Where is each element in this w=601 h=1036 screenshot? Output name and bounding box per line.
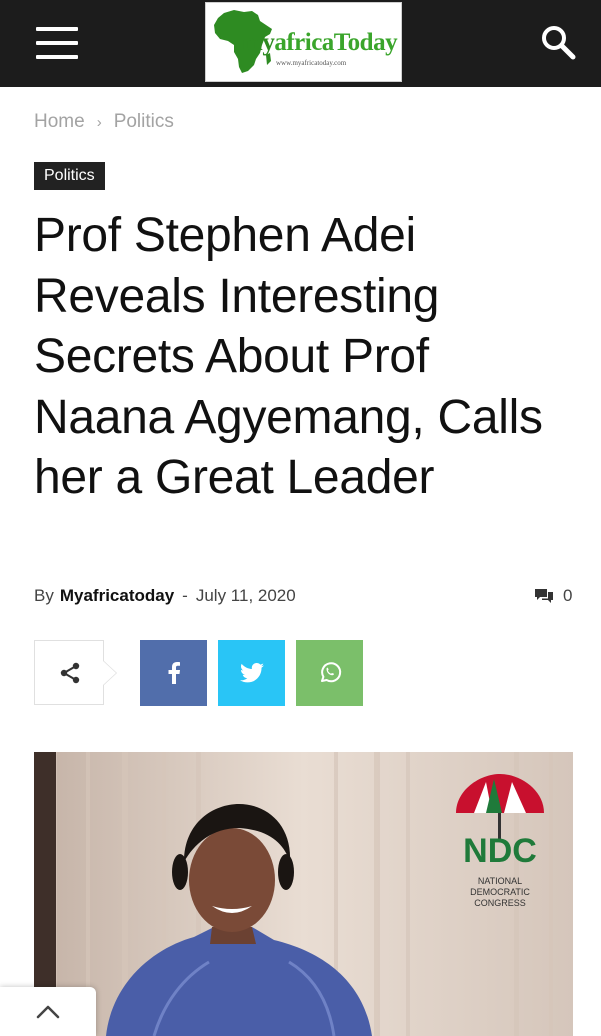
breadcrumb-separator: › [96,114,102,131]
share-arrow-inner [103,661,116,685]
whatsapp-share-button[interactable] [296,640,363,706]
breadcrumb-politics-link[interactable]: Politics [114,111,174,132]
breadcrumb: Home › Politics [34,111,174,133]
hamburger-icon[interactable] [36,27,78,59]
breadcrumb-home-link[interactable]: Home [34,111,85,132]
whatsapp-icon [320,662,341,683]
article-title: Prof Stephen Adei Reveals Interesting Se… [34,209,543,504]
ndc-line-3: CONGRESS [474,898,526,908]
publish-date: July 11, 2020 [195,586,296,605]
twitter-icon [239,663,264,683]
category-badge[interactable]: Politics [34,162,105,190]
comment-count: 0 [563,586,573,605]
article-featured-image: NDC NATIONAL DEMOCRATIC CONGRESS [34,752,573,1036]
by-label: By [34,586,54,605]
share-button[interactable] [34,640,104,705]
site-logo[interactable]: myafricaToday www.myafricatoday.com [205,2,402,82]
ndc-line-2: DEMOCRATIC [470,887,530,897]
author-link[interactable]: Myafricatoday [60,586,174,605]
back-to-top-button[interactable] [0,987,96,1036]
ndc-line-1: NATIONAL [478,876,522,886]
article-meta: By Myafricatoday - July 11, 2020 [34,586,296,606]
comments-link[interactable]: 0 [534,586,572,606]
share-icon [60,662,80,684]
meta-separator: - [182,586,188,605]
facebook-icon [168,662,180,684]
top-bar: myafricaToday www.myafricatoday.com [0,0,601,87]
comment-icon [535,589,553,603]
twitter-share-button[interactable] [218,640,285,706]
chevron-up-icon [36,1005,60,1018]
logo-url: www.myafricatoday.com [276,59,347,67]
logo-wordmark: myafricaToday [242,29,398,56]
ndc-abbrev: NDC [463,832,537,870]
facebook-share-button[interactable] [140,640,207,706]
search-icon[interactable] [538,22,578,62]
